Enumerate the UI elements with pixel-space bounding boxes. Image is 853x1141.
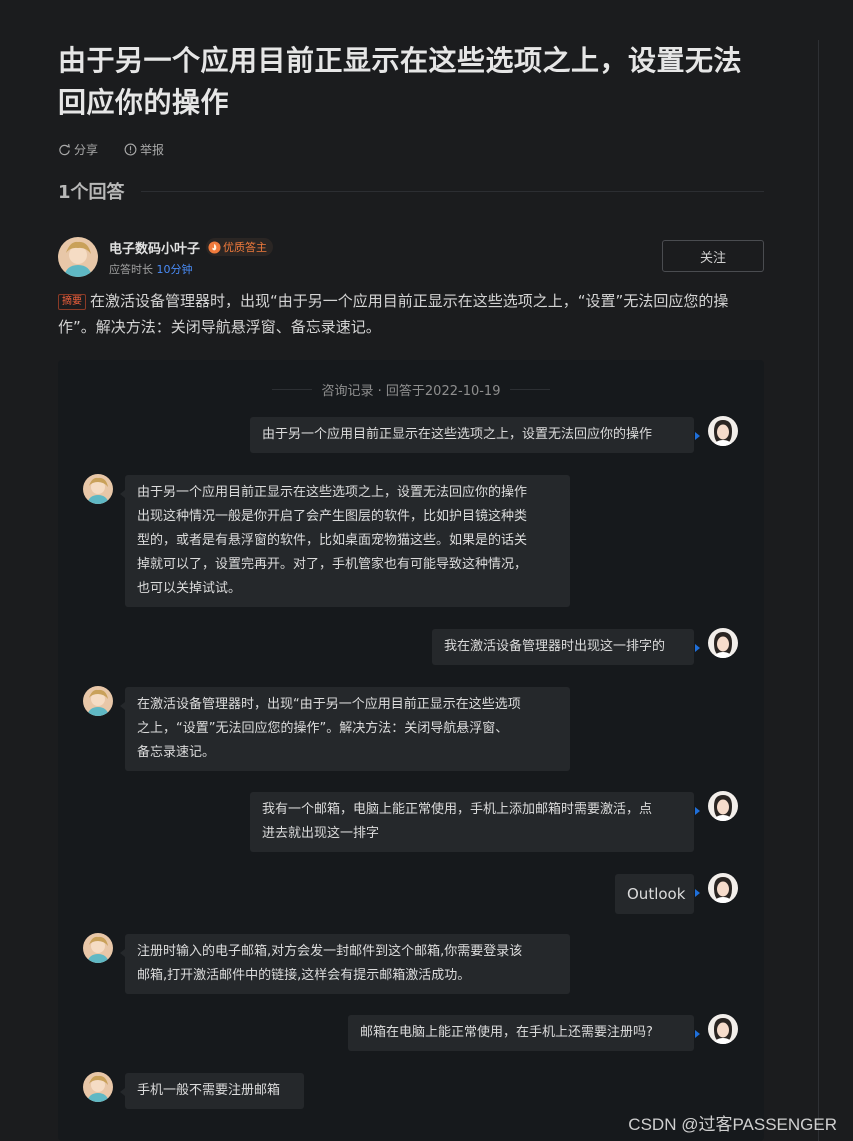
message-line: 由于另一个应用目前正显示在这些选项之上，设置无法回应你的操作: [137, 485, 528, 500]
answers-divider: [140, 190, 764, 192]
message-bubble: 由于另一个应用目前正显示在这些选项之上，设置无法回应你的操作 出现这种情况一般是你…: [125, 475, 570, 607]
consult-record: 咨询记录 · 回答于2022-10-19 由于另一个应用目前正显示在这些选项之上…: [58, 360, 764, 1141]
report-label: 举报: [140, 142, 165, 157]
user-message: 我在激活设备管理器时出现这一排字的: [432, 629, 700, 665]
expert-message: 由于另一个应用目前正显示在这些选项之上，设置无法回应你的操作 出现这种情况一般是你…: [120, 475, 570, 607]
user-message: 由于另一个应用目前正显示在这些选项之上，设置无法回应你的操作: [250, 417, 700, 453]
user-message: 我有一个邮箱，电脑上能正常使用，手机上添加邮箱时需要激活，点 进去就出现这一排字: [250, 792, 700, 852]
bubble-pointer: [120, 949, 125, 957]
message-bubble: Outlook: [615, 874, 694, 914]
expert-avatar: [83, 686, 113, 716]
user-avatar: [708, 416, 738, 446]
watermark: CSDN @过客PASSENGER: [628, 1115, 837, 1134]
bubble-pointer: [120, 702, 125, 710]
bubble-pointer: [695, 889, 700, 897]
message-line: 注册时输入的电子邮箱,对方会发一封邮件到这个邮箱,你需要登录该: [137, 944, 523, 959]
quality-answerer-badge: 优质答主: [206, 238, 274, 256]
question-actions: 分享 举报: [58, 140, 764, 158]
message-line: 掉就可以了，设置完再开。对了，手机管家也有可能导致这种情况，: [137, 557, 528, 572]
response-time: 应答时长 10分钟: [109, 261, 273, 277]
message-bubble: 手机一般不需要注册邮箱: [125, 1073, 304, 1109]
message-bubble: 在激活设备管理器时，出现“由于另一个应用目前正显示在这些选项 之上，“设置”无法回…: [125, 687, 570, 771]
bubble-pointer: [695, 432, 700, 440]
expert-message: 手机一般不需要注册邮箱: [120, 1073, 304, 1109]
message-line: 备忘录速记。: [137, 745, 216, 760]
author-avatar[interactable]: [58, 237, 98, 277]
expert-avatar: [83, 933, 113, 963]
expert-avatar: [83, 474, 113, 504]
expert-message: 在激活设备管理器时，出现“由于另一个应用目前正显示在这些选项 之上，“设置”无法回…: [120, 687, 570, 771]
message-bubble: 注册时输入的电子邮箱,对方会发一封邮件到这个邮箱,你需要登录该 邮箱,打开激活邮件…: [125, 934, 570, 994]
follow-button[interactable]: 关注: [662, 240, 764, 272]
share-button[interactable]: 分享: [58, 141, 98, 158]
answer-summary: 摘要 在激活设备管理器时，出现“由于另一个应用目前正显示在这些选项之上，“设置”无…: [58, 288, 764, 340]
user-avatar: [708, 1014, 738, 1044]
message-line: 我在激活设备管理器时出现这一排字的: [444, 639, 666, 654]
share-icon: [59, 143, 70, 155]
user-message: Outlook: [615, 874, 700, 914]
message-line: 邮箱在电脑上能正常使用，在手机上还需要注册吗?: [360, 1025, 653, 1040]
bubble-pointer: [120, 490, 125, 498]
bubble-pointer: [695, 807, 700, 815]
consult-header-text: 咨询记录 · 回答于2022-10-19: [321, 384, 501, 399]
response-time-prefix: 应答时长: [109, 262, 153, 276]
message-line: 进去就出现这一排字: [262, 826, 380, 841]
message-line: 我有一个邮箱，电脑上能正常使用，手机上添加邮箱时需要激活，点: [262, 802, 653, 817]
right-divider: [818, 40, 819, 1141]
message-line: 之上，“设置”无法回应您的操作”。解决方法：关闭导航悬浮窗、: [137, 721, 509, 736]
flame-icon: [208, 240, 221, 254]
message-line: Outlook: [627, 885, 686, 903]
badge-label: 优质答主: [223, 241, 268, 254]
message-bubble: 我有一个邮箱，电脑上能正常使用，手机上添加邮箱时需要激活，点 进去就出现这一排字: [250, 792, 694, 852]
bubble-pointer: [120, 1088, 125, 1096]
bubble-pointer: [695, 1030, 700, 1038]
message-bubble: 我在激活设备管理器时出现这一排字的: [432, 629, 694, 665]
message-line: 由于另一个应用目前正显示在这些选项之上，设置无法回应你的操作: [262, 427, 653, 442]
message-line: 在激活设备管理器时，出现“由于另一个应用目前正显示在这些选项: [137, 697, 521, 712]
user-avatar: [708, 873, 738, 903]
expert-message: 注册时输入的电子邮箱,对方会发一封邮件到这个邮箱,你需要登录该 邮箱,打开激活邮件…: [120, 934, 570, 994]
question-title: 由于另一个应用目前正显示在这些选项之上，设置无法回应你的操作: [58, 44, 743, 119]
consult-header: 咨询记录 · 回答于2022-10-19: [58, 380, 764, 399]
response-time-value: 10分钟: [156, 262, 193, 276]
author-name[interactable]: 电子数码小叶子: [109, 238, 200, 257]
author-row: 电子数码小叶子 优质答主 应答时长 10分钟 关注: [58, 236, 764, 278]
bubble-pointer: [695, 644, 700, 652]
summary-tag: 摘要: [58, 294, 86, 310]
message-line: 手机一般不需要注册邮箱: [137, 1083, 281, 1098]
answer-count: 1个回答: [58, 182, 125, 203]
message-line: 也可以关掉试试。: [137, 581, 242, 596]
message-line: 邮箱,打开激活邮件中的链接,这样会有提示邮箱激活成功。: [137, 968, 471, 983]
user-message: 邮箱在电脑上能正常使用，在手机上还需要注册吗?: [348, 1015, 700, 1051]
share-label: 分享: [74, 142, 99, 157]
message-bubble: 由于另一个应用目前正显示在这些选项之上，设置无法回应你的操作: [250, 417, 694, 453]
message-line: 型的，或者是有悬浮窗的软件，比如桌面宠物猫这些。如果是的话关: [137, 533, 528, 548]
summary-text: 在激活设备管理器时，出现“由于另一个应用目前正显示在这些选项之上，“设置”无法回…: [58, 292, 729, 336]
user-avatar: [708, 791, 738, 821]
author-info: 电子数码小叶子 优质答主 应答时长 10分钟: [109, 238, 274, 277]
question-main: 由于另一个应用目前正显示在这些选项之上，设置无法回应你的操作 分享 举报 1个回…: [58, 40, 764, 340]
report-icon: [124, 143, 137, 155]
expert-avatar: [83, 1072, 113, 1102]
answers-header: 1个回答: [58, 178, 764, 204]
report-button[interactable]: 举报: [124, 141, 164, 158]
message-bubble: 邮箱在电脑上能正常使用，在手机上还需要注册吗?: [348, 1015, 694, 1051]
user-avatar: [708, 628, 738, 658]
message-line: 出现这种情况一般是你开启了会产生图层的软件，比如护目镜这种类: [137, 509, 528, 524]
